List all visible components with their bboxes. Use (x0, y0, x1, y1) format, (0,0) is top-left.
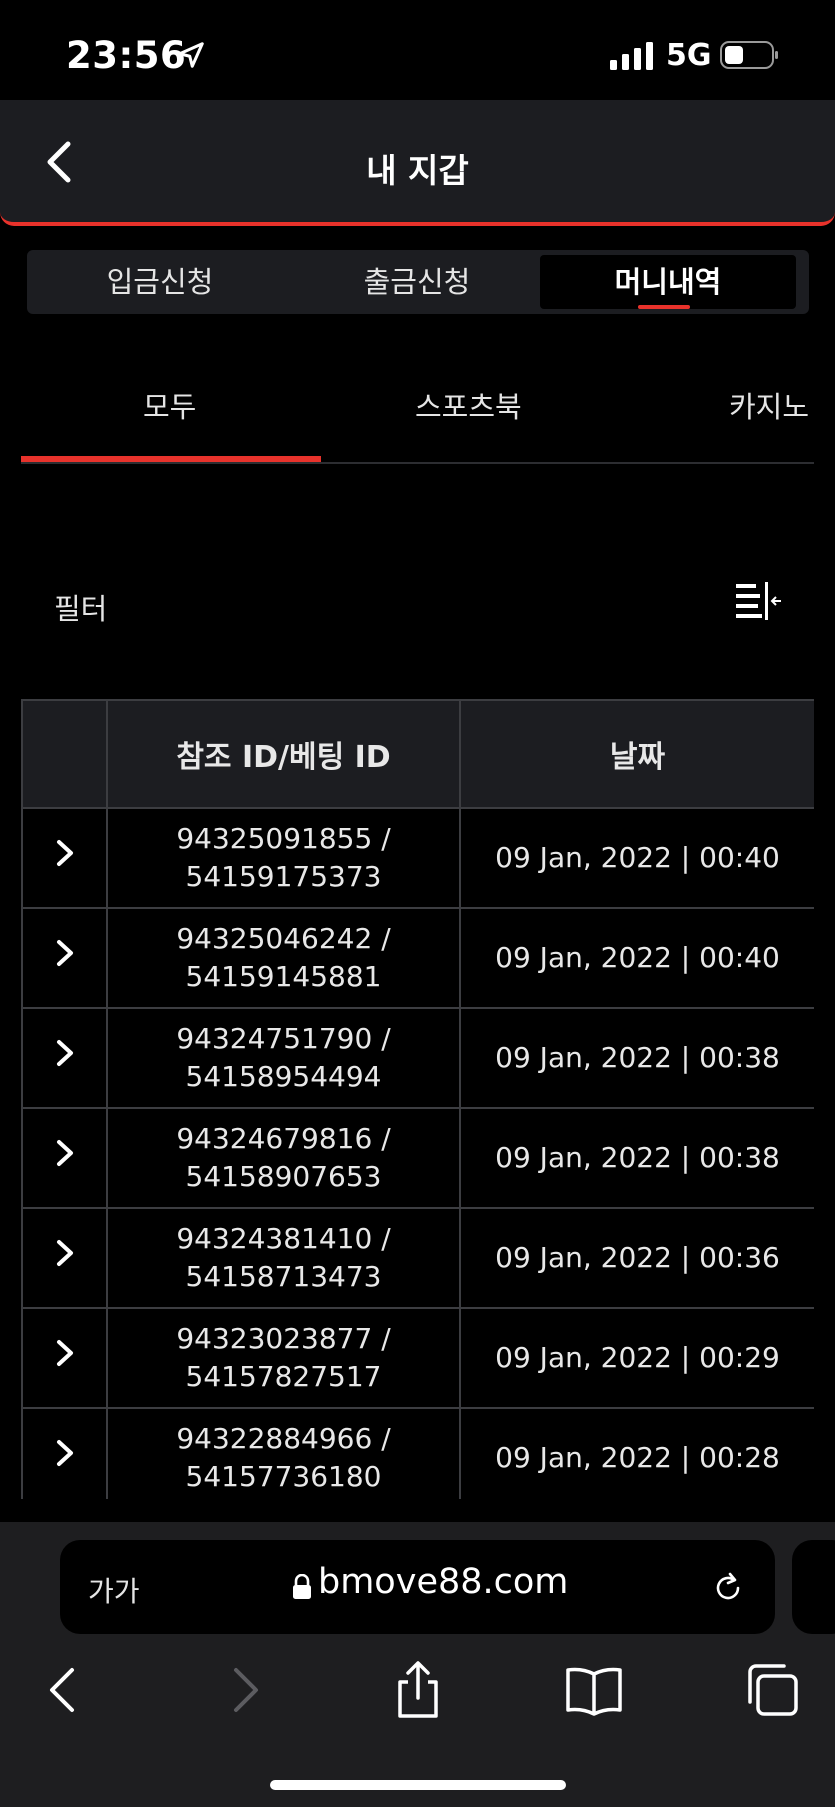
bet-id: 54158954494 (185, 1060, 382, 1093)
bookmarks-icon[interactable] (564, 1660, 624, 1720)
row-expand-button[interactable] (21, 1207, 108, 1309)
lock-icon (293, 1574, 311, 1599)
browser-back-button[interactable] (34, 1660, 94, 1720)
next-tab-preview[interactable] (792, 1540, 835, 1634)
category-tabs: 모두 스포츠북 카지노 (21, 360, 814, 464)
table-row[interactable]: 94325091855 / 54159175373 09 Jan, 2022 | … (21, 807, 814, 909)
row-date: 09 Jan, 2022 | 00:36 (459, 1207, 814, 1309)
table-row[interactable]: 94324751790 / 54158954494 09 Jan, 2022 | … (21, 1007, 814, 1109)
ref-id: 94324381410 / (176, 1222, 391, 1255)
reload-icon[interactable] (710, 1570, 746, 1606)
row-expand-button[interactable] (21, 907, 108, 1009)
table-row[interactable]: 94323023877 / 54157827517 09 Jan, 2022 | … (21, 1307, 814, 1409)
filter-collapse-icon[interactable] (736, 582, 782, 622)
filter-label: 필터 (54, 592, 108, 626)
battery-icon (720, 41, 778, 69)
ref-id: 94324751790 / (176, 1022, 391, 1055)
row-date: 09 Jan, 2022 | 00:28 (459, 1407, 814, 1499)
row-ids: 94325091855 / 54159175373 (106, 807, 461, 909)
ref-id: 94324679816 / (176, 1122, 391, 1155)
ref-id: 94325091855 / (176, 822, 391, 855)
tab-withdraw-request[interactable]: 출금신청 (289, 255, 545, 309)
status-bar: 23:56 5G (0, 0, 835, 100)
chevron-right-icon (56, 1140, 73, 1166)
tabs-icon[interactable] (742, 1660, 802, 1720)
tab-money-history[interactable]: 머니내역 (540, 255, 796, 309)
app-header: 내 지갑 (0, 100, 835, 226)
bet-id: 54158713473 (185, 1260, 382, 1293)
bet-id: 54157736180 (185, 1460, 382, 1493)
url-text: bmove88.com (318, 1562, 569, 1602)
row-ids: 94322884966 / 54157736180 (106, 1407, 461, 1499)
row-date: 09 Jan, 2022 | 00:38 (459, 1007, 814, 1109)
bet-id: 54157827517 (185, 1360, 382, 1393)
row-expand-button[interactable] (21, 1407, 108, 1499)
column-header-date: 날짜 (459, 699, 814, 809)
row-ids: 94325046242 / 54159145881 (106, 907, 461, 1009)
row-ids: 94324381410 / 54158713473 (106, 1207, 461, 1309)
browser-toolbar: 가가 bmove88.com (0, 1522, 835, 1807)
row-date: 09 Jan, 2022 | 00:40 (459, 907, 814, 1009)
share-icon[interactable] (388, 1660, 448, 1720)
chevron-right-icon (56, 840, 73, 866)
browser-forward-button[interactable] (214, 1660, 274, 1720)
table-row[interactable]: 94324381410 / 54158713473 09 Jan, 2022 | … (21, 1207, 814, 1309)
page-title: 내 지갑 (366, 151, 469, 190)
row-expand-button[interactable] (21, 1107, 108, 1209)
chevron-right-icon (56, 940, 73, 966)
signal-icon (610, 42, 653, 70)
column-header-ref-id: 참조 ID/베팅 ID (106, 699, 461, 809)
bet-id: 54159175373 (185, 860, 382, 893)
row-ids: 94324751790 / 54158954494 (106, 1007, 461, 1109)
tab-sportsbook[interactable]: 스포츠북 (415, 384, 522, 426)
column-header-expand (21, 699, 108, 809)
location-arrow-icon (178, 42, 204, 68)
address-bar[interactable]: 가가 bmove88.com (60, 1540, 775, 1634)
ref-id: 94325046242 / (176, 922, 391, 955)
chevron-right-icon (56, 1240, 73, 1266)
text-size-button[interactable]: 가가 (88, 1570, 140, 1610)
table-row[interactable]: 94325046242 / 54159145881 09 Jan, 2022 | … (21, 907, 814, 1009)
history-table: 참조 ID/베팅 ID 날짜 94325091855 / 54159175373 … (21, 699, 814, 1499)
chevron-right-icon (56, 1040, 73, 1066)
active-tab-underline (638, 305, 690, 309)
row-date: 09 Jan, 2022 | 00:40 (459, 807, 814, 909)
row-expand-button[interactable] (21, 1307, 108, 1409)
row-expand-button[interactable] (21, 1007, 108, 1109)
sub-tab-indicator (21, 456, 321, 462)
ref-id: 94323023877 / (176, 1322, 391, 1355)
wallet-tabs: 입금신청 출금신청 머니내역 (27, 250, 809, 314)
chevron-right-icon (56, 1340, 73, 1366)
ref-id: 94322884966 / (176, 1422, 391, 1455)
row-expand-button[interactable] (21, 807, 108, 909)
tab-deposit-request[interactable]: 입금신청 (32, 255, 288, 309)
table-row[interactable]: 94324679816 / 54158907653 09 Jan, 2022 | … (21, 1107, 814, 1209)
network-label: 5G (666, 38, 712, 73)
home-indicator (270, 1780, 566, 1790)
row-date: 09 Jan, 2022 | 00:38 (459, 1107, 814, 1209)
chevron-right-icon (56, 1440, 73, 1466)
table-header-row: 참조 ID/베팅 ID 날짜 (21, 699, 814, 809)
row-ids: 94324679816 / 54158907653 (106, 1107, 461, 1209)
row-ids: 94323023877 / 54157827517 (106, 1307, 461, 1409)
tab-all[interactable]: 모두 (143, 384, 196, 426)
bet-id: 54158907653 (185, 1160, 382, 1193)
tab-casino[interactable]: 카지노 (729, 384, 809, 426)
status-time: 23:56 (66, 34, 187, 77)
bet-id: 54159145881 (185, 960, 382, 993)
row-date: 09 Jan, 2022 | 00:29 (459, 1307, 814, 1409)
table-row[interactable]: 94322884966 / 54157736180 09 Jan, 2022 | … (21, 1407, 814, 1499)
